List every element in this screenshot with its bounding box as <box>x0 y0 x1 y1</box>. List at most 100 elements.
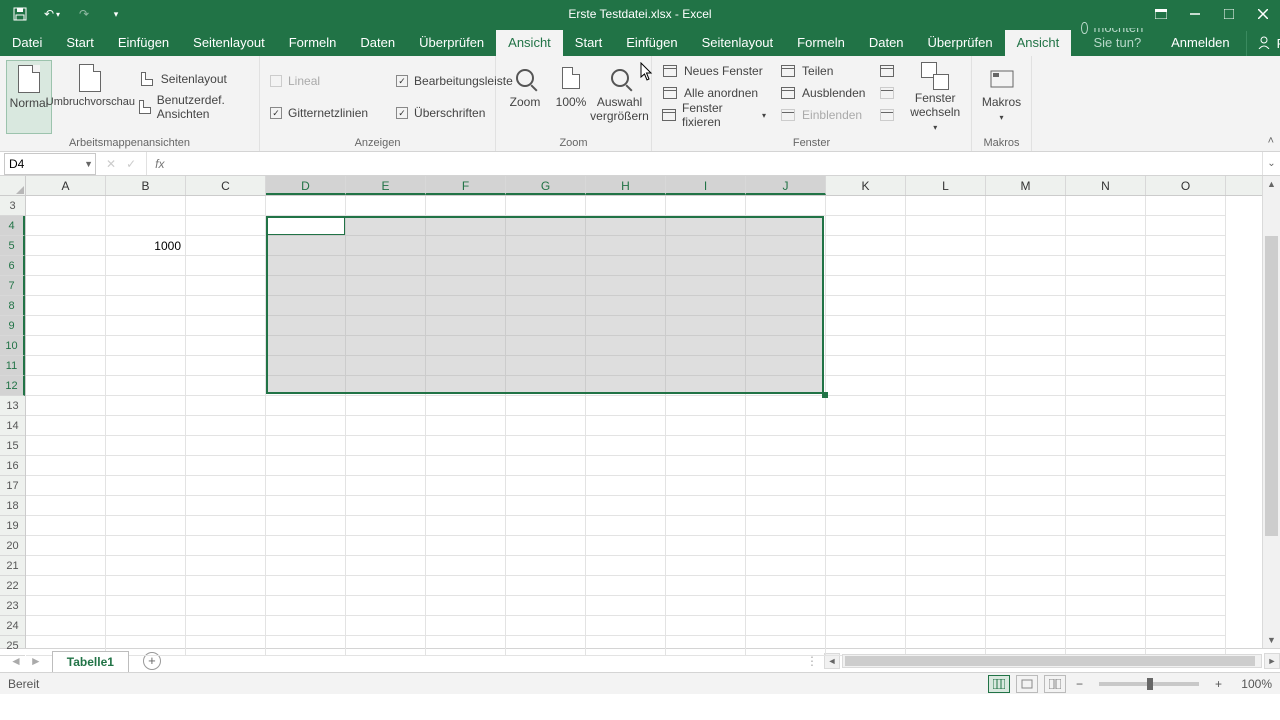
cell-A18[interactable] <box>26 496 106 516</box>
col-header-N[interactable]: N <box>1066 176 1146 195</box>
cell-B19[interactable] <box>106 516 186 536</box>
hscroll-thumb[interactable] <box>845 656 1255 666</box>
tab-einfügen[interactable]: Einfügen <box>106 30 181 56</box>
cell-J18[interactable] <box>746 496 826 516</box>
cell-A17[interactable] <box>26 476 106 496</box>
cell-M19[interactable] <box>986 516 1066 536</box>
cell-O3[interactable] <box>1146 196 1226 216</box>
cell-F17[interactable] <box>426 476 506 496</box>
cell-G22[interactable] <box>506 576 586 596</box>
cell-C17[interactable] <box>186 476 266 496</box>
row-header-25[interactable]: 25 <box>0 636 25 656</box>
cell-J14[interactable] <box>746 416 826 436</box>
cell-O16[interactable] <box>1146 456 1226 476</box>
cell-H20[interactable] <box>586 536 666 556</box>
cell-I19[interactable] <box>666 516 746 536</box>
cell-M16[interactable] <box>986 456 1066 476</box>
cell-G23[interactable] <box>506 596 586 616</box>
maximize-button[interactable] <box>1212 0 1246 28</box>
cell-L4[interactable] <box>906 216 986 236</box>
cell-I25[interactable] <box>666 636 746 656</box>
cell-B24[interactable] <box>106 616 186 636</box>
cell-N18[interactable] <box>1066 496 1146 516</box>
cell-D14[interactable] <box>266 416 346 436</box>
row-header-20[interactable]: 20 <box>0 536 25 556</box>
cell-E23[interactable] <box>346 596 426 616</box>
cell-N23[interactable] <box>1066 596 1146 616</box>
cell-B17[interactable] <box>106 476 186 496</box>
view-custom-button[interactable]: Benutzerdef. Ansichten <box>135 96 253 118</box>
cell-N14[interactable] <box>1066 416 1146 436</box>
tab-seitenlayout[interactable]: Seitenlayout <box>181 30 277 56</box>
row-header-7[interactable]: 7 <box>0 276 25 296</box>
cell-B13[interactable] <box>106 396 186 416</box>
cell-L5[interactable] <box>906 236 986 256</box>
cell-C16[interactable] <box>186 456 266 476</box>
cell-J20[interactable] <box>746 536 826 556</box>
tab-formeln[interactable]: Formeln <box>785 30 857 56</box>
cell-K3[interactable] <box>826 196 906 216</box>
cell-N7[interactable] <box>1066 276 1146 296</box>
cell-E17[interactable] <box>346 476 426 496</box>
cell-N21[interactable] <box>1066 556 1146 576</box>
cell-A20[interactable] <box>26 536 106 556</box>
name-box[interactable]: D4▼ <box>4 153 96 175</box>
cell-B10[interactable] <box>106 336 186 356</box>
cell-O12[interactable] <box>1146 376 1226 396</box>
zoom-slider[interactable] <box>1099 682 1199 686</box>
horizontal-scrollbar[interactable]: ⋮ ◄ ► <box>800 653 1280 669</box>
cell-L19[interactable] <box>906 516 986 536</box>
cell-M12[interactable] <box>986 376 1066 396</box>
cell-N5[interactable] <box>1066 236 1146 256</box>
cell-D16[interactable] <box>266 456 346 476</box>
cell-G25[interactable] <box>506 636 586 656</box>
cell-K11[interactable] <box>826 356 906 376</box>
tab-start[interactable]: Start <box>54 30 105 56</box>
scroll-right-button[interactable]: ► <box>1264 653 1280 669</box>
cell-K10[interactable] <box>826 336 906 356</box>
cell-H22[interactable] <box>586 576 666 596</box>
cell-K17[interactable] <box>826 476 906 496</box>
select-all-corner[interactable] <box>0 176 26 196</box>
row-headers[interactable]: 345678910111213141516171819202122232425 <box>0 196 26 648</box>
cell-I15[interactable] <box>666 436 746 456</box>
cell-A15[interactable] <box>26 436 106 456</box>
cell-J23[interactable] <box>746 596 826 616</box>
cell-K4[interactable] <box>826 216 906 236</box>
cell-F20[interactable] <box>426 536 506 556</box>
cell-M3[interactable] <box>986 196 1066 216</box>
cell-F23[interactable] <box>426 596 506 616</box>
cell-L20[interactable] <box>906 536 986 556</box>
cell-E19[interactable] <box>346 516 426 536</box>
col-header-M[interactable]: M <box>986 176 1066 195</box>
cell-C19[interactable] <box>186 516 266 536</box>
col-header-L[interactable]: L <box>906 176 986 195</box>
collapse-ribbon-button[interactable]: ˄ <box>1268 135 1274 147</box>
ribbon-options-button[interactable] <box>1144 0 1178 28</box>
cell-I13[interactable] <box>666 396 746 416</box>
cell-B18[interactable] <box>106 496 186 516</box>
row-header-4[interactable]: 4 <box>0 216 25 236</box>
cell-D24[interactable] <box>266 616 346 636</box>
cell-C18[interactable] <box>186 496 266 516</box>
cell-A10[interactable] <box>26 336 106 356</box>
cell-O9[interactable] <box>1146 316 1226 336</box>
cell-H15[interactable] <box>586 436 666 456</box>
cell-M6[interactable] <box>986 256 1066 276</box>
cell-J16[interactable] <box>746 456 826 476</box>
cell-E22[interactable] <box>346 576 426 596</box>
tab-start[interactable]: Start <box>563 30 614 56</box>
cell-N4[interactable] <box>1066 216 1146 236</box>
cell-B15[interactable] <box>106 436 186 456</box>
cell-C3[interactable] <box>186 196 266 216</box>
cell-I23[interactable] <box>666 596 746 616</box>
cell-A9[interactable] <box>26 316 106 336</box>
scroll-up-button[interactable]: ▲ <box>1263 176 1280 192</box>
view-pagelayout-button[interactable]: Seitenlayout <box>135 68 253 90</box>
qat-customize[interactable]: ▾ <box>102 2 130 26</box>
cell-G16[interactable] <box>506 456 586 476</box>
row-header-11[interactable]: 11 <box>0 356 25 376</box>
row-header-18[interactable]: 18 <box>0 496 25 516</box>
minimize-button[interactable] <box>1178 0 1212 28</box>
cell-H13[interactable] <box>586 396 666 416</box>
